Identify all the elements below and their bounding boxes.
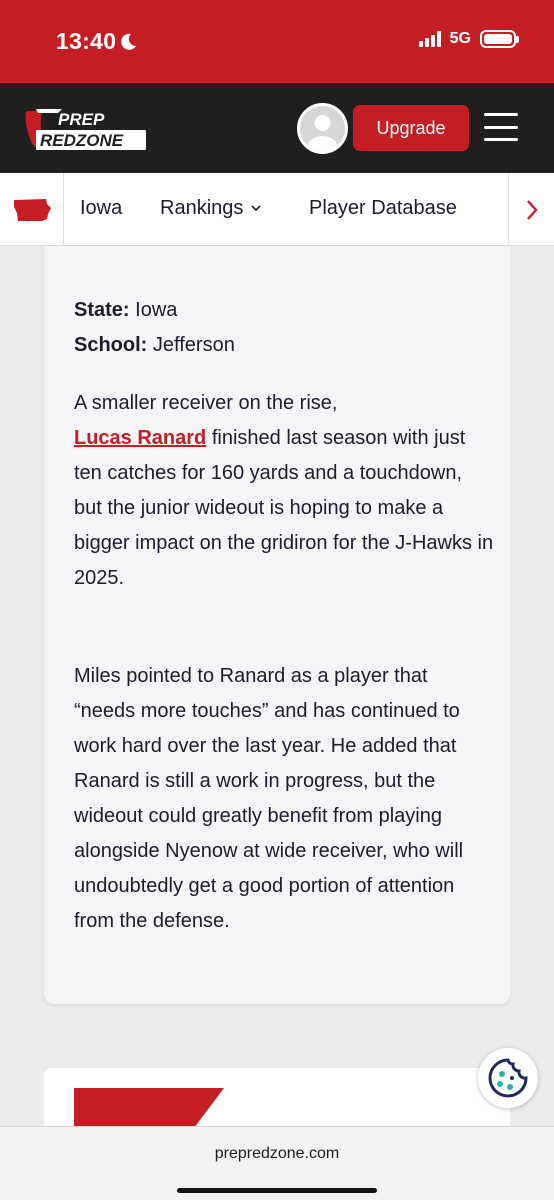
status-time: 13:40 [56, 28, 137, 55]
status-bar: 13:40 5G [0, 0, 554, 83]
url-text[interactable]: prepredzone.com [0, 1145, 554, 1163]
prepredzone-logo[interactable]: PREP REDZONE [22, 103, 152, 155]
state-label: State: [74, 299, 130, 321]
site-header: PREP REDZONE Upgrade [0, 83, 554, 173]
status-indicators: 5G [418, 30, 519, 48]
state-row: State: Iowa [74, 293, 235, 328]
school-label: School: [74, 334, 148, 356]
moon-icon [121, 33, 137, 50]
nav-item-player-database[interactable]: Player Database [309, 197, 457, 220]
paragraph-rest: finished last season with just ten catch… [74, 427, 494, 589]
upgrade-button[interactable]: Upgrade [353, 105, 469, 151]
player-meta: State: Iowa School: Jefferson [74, 293, 235, 363]
hamburger-menu-icon[interactable] [484, 113, 518, 141]
user-avatar[interactable] [297, 103, 348, 154]
paragraph-intro: A smaller receiver on the rise, [74, 392, 338, 414]
article-card: State: Iowa School: Jefferson A smaller … [44, 246, 510, 1004]
player-link[interactable]: Lucas Ranard [74, 427, 206, 449]
article-paragraph: Miles pointed to Ranard as a player that… [74, 665, 464, 932]
nav-item-label: Player Database [309, 197, 457, 219]
article-paragraph: A smaller receiver on the rise, Lucas Ran… [74, 386, 494, 596]
battery-icon [480, 30, 519, 48]
user-silhouette-icon [307, 115, 338, 151]
cellular-signal-icon [418, 31, 441, 47]
school-value: Jefferson [152, 334, 235, 356]
network-type: 5G [449, 30, 471, 47]
chevron-down-icon [251, 205, 261, 212]
section-nav: Iowa Rankings Player Database [0, 173, 554, 246]
browser-address-bar[interactable]: prepredzone.com [0, 1126, 554, 1200]
clock-text: 13:40 [56, 28, 117, 54]
nav-item-rankings[interactable]: Rankings [160, 197, 261, 220]
iowa-state-icon[interactable] [0, 173, 64, 245]
nav-item-label: Iowa [80, 197, 123, 219]
logo-line1: PREP [58, 110, 105, 129]
cookie-icon [488, 1058, 528, 1098]
nav-item-iowa[interactable]: Iowa [80, 197, 122, 220]
school-row: School: Jefferson [74, 328, 235, 363]
chevron-right-icon [526, 199, 538, 220]
home-indicator[interactable] [177, 1188, 377, 1193]
logo-line2: REDZONE [40, 131, 124, 150]
nav-scroll-right-button[interactable] [508, 173, 554, 245]
state-value: Iowa [135, 299, 178, 321]
cookie-settings-button[interactable] [478, 1048, 538, 1108]
nav-item-label: Rankings [160, 197, 244, 219]
